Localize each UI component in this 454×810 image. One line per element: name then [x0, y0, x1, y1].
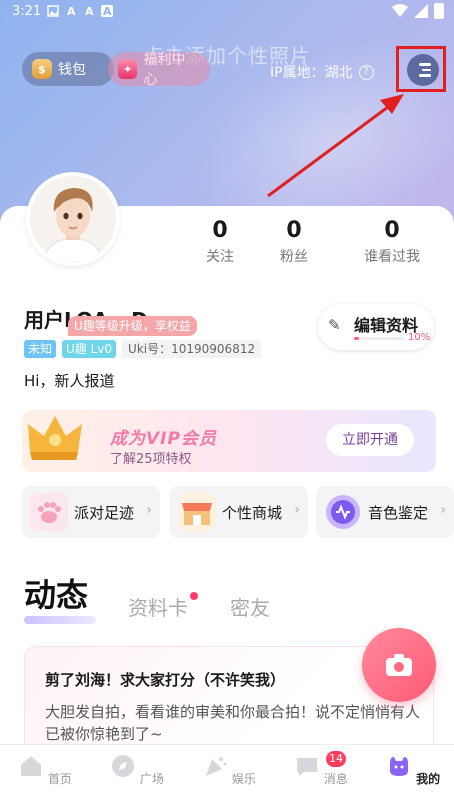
- ip-location: IP属地：湖北 ?: [270, 62, 374, 82]
- chevron-right-icon: ›: [440, 502, 446, 518]
- camera-button[interactable]: [362, 628, 436, 702]
- content-tabs: 动态 资料卡 密友: [24, 576, 424, 626]
- welfare-center-button[interactable]: ✦ 福利中心: [108, 52, 210, 88]
- home-icon: [21, 756, 42, 776]
- level-badge[interactable]: U趣 Lv0: [62, 340, 117, 358]
- stats-row: 0 关注 0 粉丝 0 谁看过我: [180, 218, 440, 268]
- stat-label: 谁看过我: [364, 249, 420, 265]
- menu-highlight-box: [396, 46, 446, 92]
- stat-value: 0: [286, 218, 302, 243]
- feature-label: 个性商城: [222, 503, 283, 522]
- feature-label: 音色鉴定: [368, 503, 429, 522]
- stat-visitors[interactable]: 0 谁看过我: [352, 218, 432, 266]
- menu-line-icon: [422, 68, 431, 72]
- vip-subtitle: 了解25项特权: [110, 452, 192, 467]
- crown-icon: [28, 416, 82, 460]
- pencil-icon: ✎: [328, 316, 341, 334]
- nav-label: 广场: [139, 772, 164, 786]
- status-time: 3:21: [12, 3, 42, 19]
- welfare-label: 福利中心: [143, 52, 186, 88]
- wallet-icon: $: [32, 59, 52, 79]
- status-bar: 3:21 A A A: [0, 0, 454, 22]
- menu-line-icon: [419, 63, 431, 66]
- vip-title: 成为VIP会员: [110, 429, 217, 449]
- stat-value: 0: [212, 218, 228, 243]
- gender-badge: 未知: [24, 340, 57, 358]
- badge-row: 未知 U趣 Lv0 Uki号：10190906812: [24, 340, 262, 358]
- wallet-button[interactable]: $ 钱包: [22, 52, 114, 86]
- stat-following[interactable]: 0 关注: [180, 218, 260, 266]
- profile-completion-bar: [354, 337, 404, 340]
- notification-dot: [190, 592, 198, 600]
- nav-label: 娱乐: [231, 772, 256, 786]
- image-icon: [47, 5, 59, 17]
- nav-me[interactable]: 我的: [378, 753, 448, 787]
- vip-open-button[interactable]: 立即开通: [326, 424, 414, 456]
- nav-label: 消息: [323, 772, 348, 786]
- stat-followers[interactable]: 0 粉丝: [254, 218, 334, 266]
- party-icon: [206, 757, 227, 776]
- menu-line-icon: [419, 74, 431, 77]
- bio-greeting: Hi，新人报道: [24, 372, 115, 390]
- ip-label: IP属地：湖北: [270, 65, 353, 81]
- nav-square[interactable]: 广场: [102, 753, 172, 787]
- nav-messages[interactable]: 14 消息: [286, 751, 356, 787]
- chevron-right-icon: ›: [146, 502, 152, 518]
- feature-row: 派对足迹 › 个性商城 › 音色鉴定 ›: [22, 486, 454, 538]
- feature-label: 派对足迹: [74, 503, 135, 522]
- profile-icon: [389, 757, 408, 776]
- gift-icon: ✦: [118, 59, 138, 79]
- nav-label: 我的: [416, 772, 441, 786]
- stat-label: 关注: [206, 249, 234, 265]
- wallet-label: 钱包: [58, 62, 86, 78]
- menu-button[interactable]: [407, 54, 439, 86]
- signal-icon: [414, 4, 428, 18]
- profile-completion-fill: [354, 337, 359, 340]
- a-icon: A: [84, 4, 94, 18]
- voice-icon: [326, 495, 360, 529]
- vip-banner[interactable]: 成为VIP会员 了解25项特权 立即开通: [22, 410, 436, 472]
- nav-entertainment[interactable]: 娱乐: [194, 753, 264, 787]
- tab-profile-card[interactable]: 资料卡: [128, 592, 188, 621]
- stat-value: 0: [384, 218, 400, 243]
- nav-label: 首页: [47, 772, 72, 786]
- battery-icon: [434, 3, 444, 19]
- message-icon: [297, 758, 318, 776]
- post-body: 大胆发自拍，看看谁的审美和你最合拍！说不定悄悄有人已被你惊艳到了~: [45, 703, 421, 743]
- a-icon: A: [66, 4, 76, 18]
- paw-icon: [30, 493, 68, 531]
- feature-party-footprint[interactable]: 派对足迹 ›: [22, 486, 160, 538]
- tab-moments[interactable]: 动态: [24, 570, 88, 616]
- uki-id: Uki号：10190906812: [122, 340, 262, 358]
- edit-profile-button[interactable]: ✎ 编辑资料 10%: [318, 304, 434, 350]
- help-icon[interactable]: ?: [358, 64, 374, 80]
- stat-label: 粉丝: [280, 249, 308, 265]
- bottom-navigation: 首页 广场 娱乐 14 消息 我的: [0, 744, 454, 810]
- tab-close-friends[interactable]: 密友: [230, 592, 270, 621]
- shop-icon: [178, 493, 216, 531]
- camera-icon: [386, 654, 412, 676]
- post-title: 剪了刘海！求大家打分（不许笑我）: [45, 671, 286, 689]
- profile-completion-text: 10%: [408, 332, 431, 343]
- avatar[interactable]: [26, 172, 120, 266]
- avatar-image: [30, 176, 116, 262]
- message-count-badge: 14: [326, 751, 346, 767]
- chevron-right-icon: ›: [294, 502, 300, 518]
- wifi-icon: [392, 4, 408, 17]
- a-box-icon: A: [101, 4, 114, 18]
- compass-icon: [112, 755, 135, 777]
- tab-underline: [24, 616, 96, 624]
- level-upgrade-tip[interactable]: U趣等级升级，享权益: [68, 316, 197, 336]
- nav-home[interactable]: 首页: [10, 753, 80, 787]
- feature-shop[interactable]: 个性商城 ›: [170, 486, 308, 538]
- feature-voice-test[interactable]: 音色鉴定 ›: [316, 486, 454, 538]
